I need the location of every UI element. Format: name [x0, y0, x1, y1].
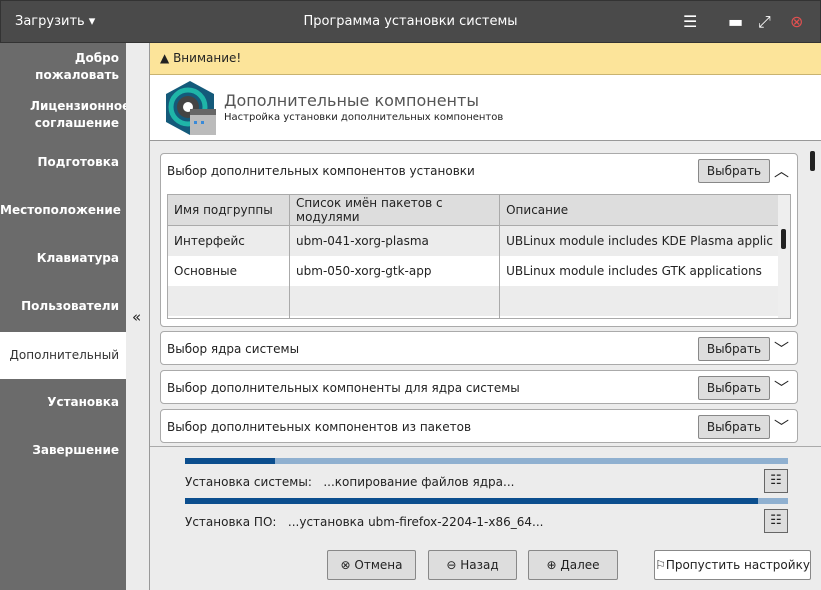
table-row-empty [168, 315, 780, 318]
maximize-icon[interactable]: ⤢ [758, 12, 771, 32]
page-subtitle: Настройка установки дополнительных компо… [224, 112, 504, 123]
software-install-status: Установка ПО: ...установка ubm-firefox-2… [185, 515, 544, 529]
column-header[interactable]: Описание [499, 195, 780, 226]
chevron-down-icon[interactable]: ﹀ [774, 338, 789, 359]
section-kernel-components: Выбор дополнительных компоненты для ядра… [160, 370, 798, 404]
chevron-up-icon[interactable]: ︿ [774, 160, 789, 181]
table-row[interactable]: Основные ubm-050-xorg-gtk-app UBLinux modu… [168, 255, 780, 286]
section-title: Выбор ядра системы [167, 342, 300, 356]
select-button[interactable]: Выбрать [698, 159, 770, 183]
table-row-empty [168, 285, 780, 316]
log-icon: ☷ [770, 513, 782, 528]
section-install-components: Выбор дополнительных компонентов установ… [160, 153, 798, 327]
sidebar-item-license[interactable]: Лицензионное соглашение [0, 98, 130, 132]
section-title: Выбор дополнитеьных компонентов из пакет… [167, 420, 472, 434]
sidebar-item-install[interactable]: Установка [0, 394, 126, 411]
page-title: Дополнительные компоненты [224, 91, 479, 110]
select-button[interactable]: Выбрать [698, 337, 770, 361]
table-scrollbar[interactable] [778, 195, 790, 318]
arrow-left-icon: ⊖ [446, 558, 457, 572]
cancel-button[interactable]: ⊗ Отмена [327, 550, 416, 580]
system-install-progress [185, 458, 788, 464]
close-icon[interactable]: ⊗ [790, 12, 803, 31]
section-title: Выбор дополнительных компоненты для ядра… [167, 381, 520, 395]
sidebar-item-location[interactable]: Местоположение [0, 202, 126, 219]
main-panel: ▲ Внимание! Дополнительные компоненты На… [150, 43, 821, 590]
app-logo-icon [166, 81, 216, 135]
select-button[interactable]: Выбрать [698, 376, 770, 400]
warning-banner: ▲ Внимание! [150, 43, 821, 75]
back-button[interactable]: ⊖ Назад [428, 550, 517, 580]
software-log-button[interactable]: ☷ [764, 509, 788, 533]
sidebar-item-welcome[interactable]: Добро пожаловать [0, 50, 126, 84]
double-chevron-left-icon: « [132, 308, 142, 326]
column-header[interactable]: Список имён пакетов с модулями [289, 195, 501, 226]
system-log-button[interactable]: ☷ [764, 469, 788, 493]
flag-icon: ⚐ [655, 558, 666, 572]
section-kernel: Выбор ядра системы Выбрать ﹀ [160, 331, 798, 365]
system-install-status: Установка системы: ...копирование файлов… [185, 475, 515, 489]
arrow-right-icon: ⊕ [546, 558, 557, 572]
next-button[interactable]: ⊕ Далее [528, 550, 618, 580]
warning-icon: ▲ [160, 51, 170, 65]
components-table: Имя подгруппы Список имён пакетов с модул… [167, 194, 791, 319]
main-scrollbar[interactable] [805, 141, 819, 447]
section-package-components: Выбор дополнитеьных компонентов из пакет… [160, 409, 798, 443]
sidebar-item-preparation[interactable]: Подготовка [0, 154, 126, 171]
chevron-down-icon[interactable]: ﹀ [774, 416, 789, 437]
log-icon: ☷ [770, 473, 782, 488]
components-scroll-area: Выбор дополнительных компонентов установ… [150, 141, 821, 447]
table-row[interactable]: Интерфейс ubm-041-xorg-plasma UBLinux modu… [168, 225, 780, 256]
column-header[interactable]: Имя подгруппы [168, 195, 291, 226]
sidebar-item-users[interactable]: Пользователи [0, 298, 126, 315]
collapse-sidebar-button[interactable]: « [126, 43, 150, 590]
title-bar: Загрузить ▾ Программа установки системы … [0, 0, 821, 43]
sidebar: Добро пожаловать Лицензионное соглашение… [0, 43, 130, 590]
software-install-progress [185, 498, 788, 504]
minimize-icon[interactable]: ▬ [728, 12, 743, 31]
section-title: Выбор дополнительных компонентов установ… [167, 164, 475, 178]
chevron-down-icon[interactable]: ﹀ [774, 377, 789, 398]
sidebar-item-keyboard[interactable]: Клавиатура [0, 250, 126, 267]
hamburger-menu-icon[interactable]: ☰ [683, 12, 697, 31]
sidebar-item-finish[interactable]: Завершение [0, 442, 126, 459]
cancel-icon: ⊗ [340, 558, 351, 572]
skip-setup-button[interactable]: ⚐Пропустить настройку [654, 550, 811, 580]
page-header: Дополнительные компоненты Настройка уста… [150, 75, 821, 141]
sidebar-item-additional[interactable]: Дополнительный [0, 332, 126, 379]
select-button[interactable]: Выбрать [698, 415, 770, 439]
